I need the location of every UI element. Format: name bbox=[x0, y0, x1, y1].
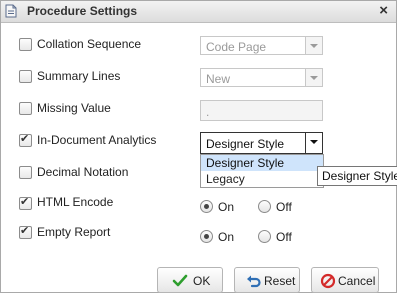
analytics-dropdown-list: Designer Style Legacy bbox=[200, 154, 324, 188]
missing-value-text: . bbox=[206, 105, 210, 119]
in-document-analytics-checkbox[interactable] bbox=[19, 132, 32, 147]
close-icon[interactable]: × bbox=[379, 2, 388, 19]
html-encode-label: HTML Encode bbox=[37, 195, 114, 209]
reset-button[interactable]: Reset bbox=[234, 267, 300, 293]
cancel-button-label: Cancel bbox=[338, 274, 376, 288]
procedure-settings-dialog: Procedure Settings × Collation Sequence … bbox=[0, 0, 397, 293]
document-settings-icon bbox=[5, 4, 17, 18]
ok-button[interactable]: OK bbox=[157, 267, 223, 293]
collation-sequence-select[interactable]: Code Page bbox=[200, 36, 323, 55]
missing-value-input[interactable]: . bbox=[200, 100, 323, 121]
dialog-title: Procedure Settings bbox=[27, 4, 138, 18]
collation-sequence-checkbox[interactable] bbox=[19, 38, 32, 51]
missing-value-checkbox[interactable] bbox=[19, 102, 32, 115]
summary-lines-select[interactable]: New bbox=[200, 68, 323, 87]
empty-report-checkbox[interactable] bbox=[19, 224, 32, 239]
summary-lines-label: Summary Lines bbox=[37, 69, 121, 83]
ok-button-label: OK bbox=[193, 274, 211, 288]
decimal-notation-checkbox[interactable] bbox=[19, 166, 32, 179]
empty-report-off-label: Off bbox=[276, 230, 292, 244]
tooltip: Designer Style bbox=[317, 166, 397, 186]
collation-sequence-value: Code Page bbox=[206, 40, 267, 54]
dropdown-option-designer-style[interactable]: Designer Style bbox=[201, 155, 323, 171]
decimal-notation-label: Decimal Notation bbox=[37, 165, 129, 179]
in-document-analytics-value: Designer Style bbox=[206, 137, 285, 151]
html-encode-on-label: On bbox=[218, 200, 235, 214]
cancel-button[interactable]: Cancel bbox=[311, 267, 379, 293]
html-encode-on-radio[interactable] bbox=[200, 200, 213, 213]
reset-button-label: Reset bbox=[264, 274, 296, 288]
empty-report-label: Empty Report bbox=[37, 225, 111, 239]
chevron-down-icon[interactable] bbox=[305, 37, 322, 54]
empty-report-off-radio[interactable] bbox=[258, 230, 271, 243]
html-encode-off-label: Off bbox=[276, 200, 292, 214]
checkmark-icon bbox=[172, 274, 188, 287]
collation-sequence-label: Collation Sequence bbox=[37, 37, 142, 51]
summary-lines-value: New bbox=[206, 72, 231, 86]
empty-report-on-label: On bbox=[218, 230, 235, 244]
cancel-icon bbox=[320, 273, 336, 289]
chevron-down-icon[interactable] bbox=[305, 133, 322, 153]
dropdown-option-legacy[interactable]: Legacy bbox=[201, 171, 323, 187]
chevron-down-icon[interactable] bbox=[305, 69, 322, 86]
empty-report-on-radio[interactable] bbox=[200, 230, 213, 243]
missing-value-label: Missing Value bbox=[37, 101, 111, 115]
in-document-analytics-label: In-Document Analytics bbox=[37, 133, 157, 147]
dialog-titlebar[interactable]: Procedure Settings × bbox=[1, 1, 396, 23]
html-encode-checkbox[interactable] bbox=[19, 195, 32, 210]
html-encode-off-radio[interactable] bbox=[258, 200, 271, 213]
undo-arrow-icon bbox=[247, 275, 261, 288]
in-document-analytics-select[interactable]: Designer Style bbox=[200, 132, 323, 154]
summary-lines-checkbox[interactable] bbox=[19, 70, 32, 83]
